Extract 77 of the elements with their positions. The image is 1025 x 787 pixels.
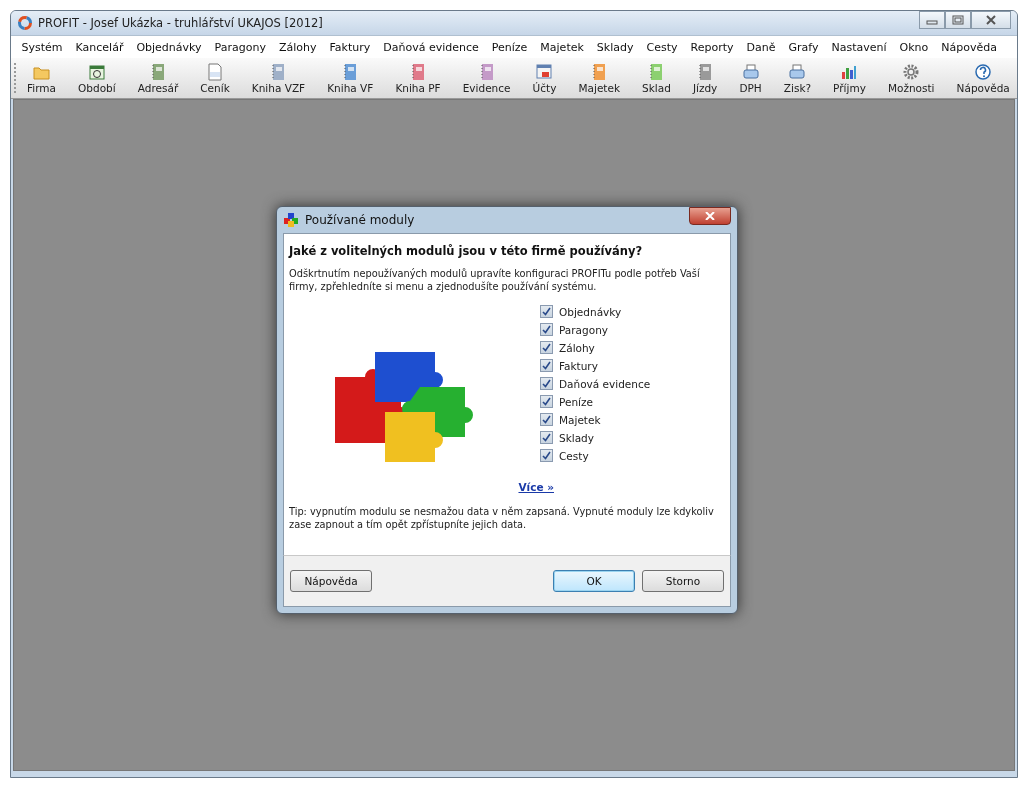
toolbar-button[interactable]: Sklad — [639, 62, 674, 94]
close-button[interactable] — [689, 207, 731, 225]
help-button[interactable]: Nápověda — [290, 570, 372, 592]
help-icon — [973, 62, 994, 82]
toolbar-button[interactable]: Zisk? — [780, 62, 815, 94]
menu-item[interactable]: Daňová evidence — [376, 40, 486, 54]
toolbar-button[interactable]: Kniha VZF — [248, 62, 309, 94]
menu-item[interactable]: Peníze — [485, 40, 534, 54]
toolbar-button[interactable]: Nápověda — [953, 62, 1013, 94]
toolbar-button[interactable]: Evidence — [459, 62, 514, 94]
checkbox[interactable] — [540, 341, 553, 354]
checkbox[interactable] — [540, 431, 553, 444]
printer-icon — [787, 62, 808, 82]
close-button[interactable] — [971, 11, 1011, 29]
window-title: PROFIT - Josef Ukázka - truhlářství UKAJOS [2012] — [38, 16, 324, 30]
checkbox[interactable] — [540, 413, 553, 426]
menu-item[interactable]: Majetek — [533, 40, 591, 54]
toolbar-button[interactable]: DPH — [736, 62, 765, 94]
dialog-heading: Jaké z volitelných modulů jsou v této firmě používány? — [289, 244, 644, 258]
checkbox[interactable] — [540, 359, 553, 372]
checkbox[interactable] — [540, 377, 553, 390]
checkbox-label[interactable]: Objednávky — [559, 305, 622, 318]
checkbox-label[interactable]: Sklady — [559, 431, 594, 444]
menu-item[interactable]: Grafy — [781, 40, 825, 54]
puzzle-icon — [283, 212, 299, 228]
menu-item[interactable]: Reporty — [684, 40, 740, 54]
more-link[interactable]: Více » — [518, 481, 554, 493]
toolbar-button[interactable]: Ceník — [197, 62, 233, 94]
checkbox[interactable] — [540, 323, 553, 336]
menu-item[interactable]: Nastavení — [824, 40, 893, 54]
checkbox-label[interactable]: Daňová evidence — [559, 377, 651, 390]
checkbox-label[interactable]: Cesty — [559, 449, 589, 462]
minimize-button[interactable] — [919, 11, 945, 29]
menu-item[interactable]: Cesty — [640, 40, 684, 54]
toolbar-button[interactable]: Kniha VF — [324, 62, 377, 94]
menu-item[interactable]: Objednávky — [129, 40, 209, 54]
toolbar-button[interactable]: Možnosti — [884, 62, 938, 94]
cancel-button[interactable]: Storno — [642, 570, 724, 592]
maximize-button[interactable] — [945, 11, 971, 29]
menu-item[interactable]: Sklady — [590, 40, 640, 54]
toolbar-button[interactable]: Kniha PF — [392, 62, 444, 94]
checkbox[interactable] — [540, 395, 553, 408]
dialog-title: Používané moduly — [305, 213, 416, 227]
toolbar-button[interactable]: Majetek — [575, 62, 623, 94]
menu-item[interactable]: Kancelář — [69, 40, 130, 54]
checkbox[interactable] — [540, 305, 553, 318]
menu-item[interactable]: Nápověda — [934, 40, 1004, 54]
menu-item[interactable]: Faktury — [322, 40, 377, 54]
window-icon — [534, 62, 555, 82]
menu-item[interactable]: Daně — [740, 40, 782, 54]
checkbox-label[interactable]: Peníze — [559, 395, 593, 408]
toolbar-button[interactable]: Účty — [529, 62, 560, 94]
ring-logo-icon — [17, 15, 33, 31]
checkbox-label[interactable]: Majetek — [559, 413, 601, 426]
close-icon — [985, 15, 997, 25]
description-text: Odškrtnutím nepoužívaných modulů upravíte konfiguraci PROFITu podle potřeb Vaší firmy, zpřehledníte si menu a zjednodušíte používání systému. — [289, 267, 701, 293]
calendar-icon — [86, 62, 107, 82]
toolbar-button[interactable]: Příjmy — [830, 62, 869, 94]
close-icon — [705, 212, 715, 220]
toolbar-button[interactable]: Firma — [24, 62, 59, 94]
toolbar-button[interactable]: Jízdy — [689, 62, 721, 94]
checkbox-label[interactable]: Faktury — [559, 359, 598, 372]
tip-text: Tip: vypnutím modulu se nesmažou data v něm zapsaná. Vypnuté moduly lze kdykoliv zase zapnout a tím opět zpřístupníte jejich data. — [289, 505, 715, 531]
printer-icon — [740, 62, 761, 82]
checkbox-label[interactable]: Paragony — [559, 323, 608, 336]
maximize-icon — [952, 15, 964, 25]
document-icon — [205, 62, 225, 82]
toolbar-grip[interactable] — [14, 63, 18, 93]
toolbar-button[interactable]: Adresář — [134, 62, 182, 94]
checkbox-label[interactable]: Zálohy — [559, 341, 595, 354]
menu-item[interactable]: Okno — [893, 40, 935, 54]
menu-item[interactable]: Zálohy — [272, 40, 323, 54]
menu-item[interactable]: Systém — [15, 40, 70, 54]
menu-item[interactable]: Paragony — [208, 40, 273, 54]
toolbar-button[interactable]: Období — [75, 62, 119, 94]
checkbox[interactable] — [540, 449, 553, 462]
ok-button[interactable]: OK — [553, 570, 635, 592]
